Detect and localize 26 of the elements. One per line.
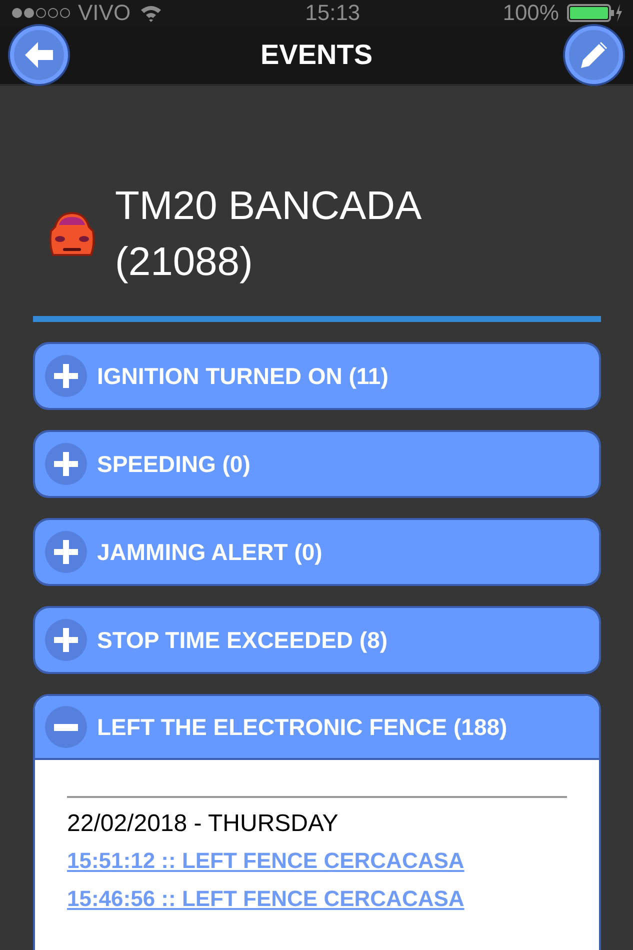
vehicle-name: TM20 BANCADA <box>115 183 422 230</box>
event-group-header[interactable]: JAMMING ALERT (0) <box>35 520 599 584</box>
battery-icon <box>566 3 623 23</box>
page-title: EVENTS <box>260 39 373 71</box>
collapse-icon <box>45 706 87 748</box>
event-group-header[interactable]: STOP TIME EXCEEDED (8) <box>35 608 599 672</box>
signal-icon <box>12 8 70 18</box>
vehicle-id: (21088) <box>115 239 254 286</box>
event-link[interactable]: 15:46:56 :: LEFT FENCE CERCACASA <box>67 886 464 912</box>
clock-time: 15:13 <box>305 0 360 26</box>
event-date: 22/02/2018 - THURSDAY <box>67 810 340 838</box>
expand-icon <box>45 619 87 661</box>
event-link[interactable]: 15:51:12 :: LEFT FENCE CERCACASA <box>67 848 464 874</box>
event-group-header[interactable]: SPEEDING (0) <box>35 432 599 496</box>
expand-icon <box>45 355 87 397</box>
pencil-icon <box>581 42 607 68</box>
expand-icon <box>45 531 87 573</box>
edit-button[interactable] <box>565 26 623 84</box>
carrier-name: VIVO <box>78 0 131 26</box>
back-arrow-icon <box>25 42 53 68</box>
wifi-icon <box>138 4 163 22</box>
event-group-header[interactable]: IGNITION TURNED ON (11) <box>35 344 599 408</box>
back-button[interactable] <box>10 26 68 84</box>
expand-icon <box>45 443 87 485</box>
battery-percent: 100% <box>502 0 559 26</box>
event-group-header[interactable]: LEFT THE ELECTRONIC FENCE (188) <box>35 696 599 760</box>
